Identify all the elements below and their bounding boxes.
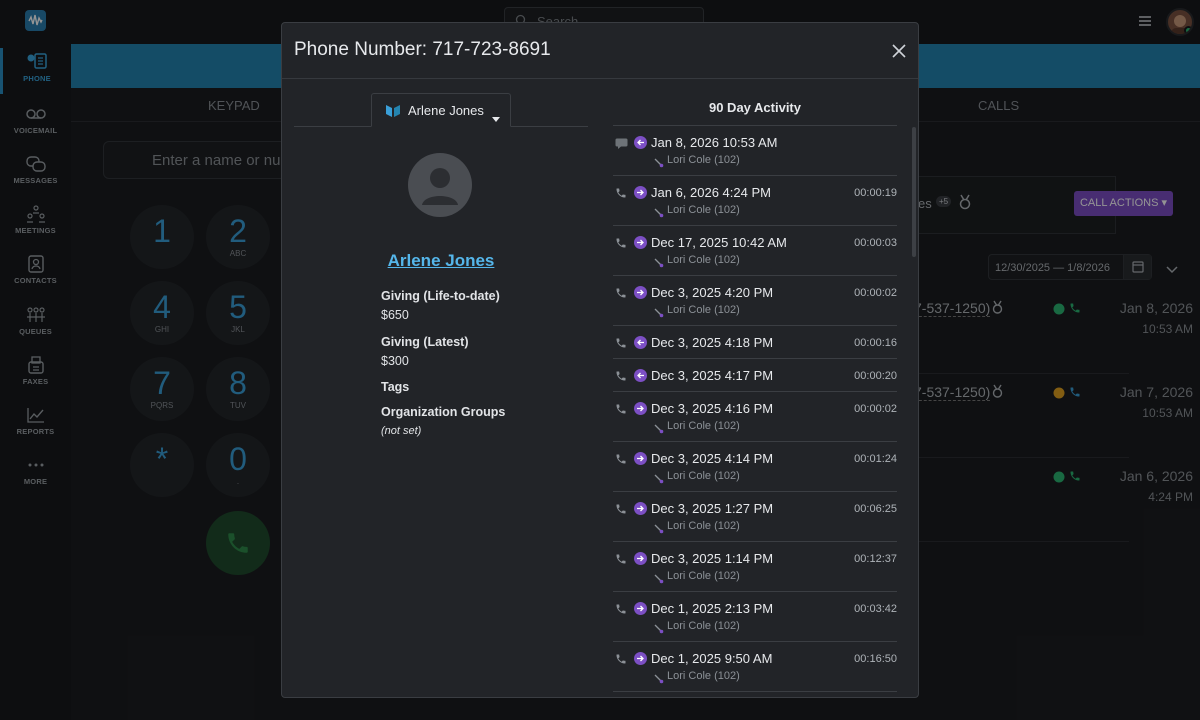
- activity-row[interactable]: Dec 3, 2025 4:18 PM 00:00:16: [613, 326, 897, 359]
- activity-agent: Lori Cole (102): [667, 204, 740, 216]
- activity-date: Dec 3, 2025 1:14 PM: [651, 551, 774, 566]
- activity-agent: Lori Cole (102): [667, 304, 740, 316]
- activity-date: Dec 1, 2025 2:13 PM: [651, 601, 774, 616]
- close-icon[interactable]: [890, 42, 908, 60]
- activity-agent: Lori Cole (102): [667, 154, 740, 166]
- extension-icon: [653, 671, 664, 689]
- outbound-arrow-icon: [634, 452, 647, 465]
- extension-icon: [653, 621, 664, 639]
- giving-latest-value: $300: [381, 354, 409, 368]
- activity-row[interactable]: Dec 3, 2025 4:16 PM 00:00:02 Lori Cole (10…: [613, 392, 897, 442]
- giving-latest-label: Giving (Latest): [381, 335, 469, 349]
- giving-lifetime-value: $650: [381, 308, 409, 322]
- phone-icon: [615, 236, 627, 254]
- phone-icon: [615, 186, 627, 204]
- contact-tab-name: Arlene Jones: [408, 103, 484, 118]
- activity-agent: Lori Cole (102): [667, 620, 740, 632]
- crm-logo-icon: [385, 103, 401, 124]
- phone-icon: [615, 286, 627, 304]
- activity-title: 90 Day Activity: [708, 100, 801, 115]
- activity-date: Dec 3, 2025 4:20 PM: [651, 285, 774, 300]
- phone-icon: [615, 402, 627, 420]
- modal-header: Phone Number: 717-723-8691: [282, 23, 918, 79]
- activity-scrollbar[interactable]: [912, 127, 916, 257]
- activity-duration: 00:12:37: [854, 553, 897, 565]
- inbound-arrow-icon: [634, 336, 647, 349]
- outbound-arrow-icon: [634, 402, 647, 415]
- activity-date: Dec 3, 2025 1:27 PM: [651, 501, 774, 516]
- phone-icon: [615, 369, 627, 387]
- activity-row[interactable]: Dec 17, 2025 10:42 AM 00:00:03 Lori Cole (…: [613, 226, 897, 276]
- activity-duration: 00:00:16: [854, 337, 897, 349]
- activity-list[interactable]: Jan 8, 2026 10:53 AM Lori Cole (102) Jan 6…: [613, 125, 897, 697]
- activity-duration: 00:00:03: [854, 237, 897, 249]
- contact-selector-tab[interactable]: Arlene Jones: [371, 93, 511, 127]
- activity-row[interactable]: Dec 3, 2025 1:14 PM 00:12:37 Lori Cole (10…: [613, 542, 897, 592]
- activity-date: Jan 6, 2026 4:24 PM: [651, 185, 771, 200]
- activity-row[interactable]: Jan 8, 2026 10:53 AM Lori Cole (102): [613, 126, 897, 176]
- activity-duration: 00:06:25: [854, 503, 897, 515]
- extension-icon: [653, 571, 664, 589]
- caret-down-icon: [492, 109, 500, 127]
- giving-lifetime-label: Giving (Life-to-date): [381, 289, 500, 303]
- activity-agent: Lori Cole (102): [667, 470, 740, 482]
- inbound-arrow-icon: [634, 369, 647, 382]
- outbound-arrow-icon: [634, 602, 647, 615]
- activity-date: Dec 3, 2025 4:14 PM: [651, 451, 774, 466]
- activity-date: Jan 8, 2026 10:53 AM: [651, 135, 778, 150]
- activity-row[interactable]: Dec 1, 2025 9:50 AM 00:16:50 Lori Cole (10…: [613, 642, 897, 692]
- extension-icon: [653, 421, 664, 439]
- activity-duration: 00:16:50: [854, 653, 897, 665]
- extension-icon: [653, 471, 664, 489]
- extension-icon: [653, 205, 664, 223]
- message-icon: [615, 136, 628, 154]
- activity-date: Dec 3, 2025 4:16 PM: [651, 401, 774, 416]
- activity-row[interactable]: Dec 3, 2025 1:27 PM 00:06:25 Lori Cole (10…: [613, 492, 897, 542]
- extension-icon: [653, 305, 664, 323]
- contact-avatar: [408, 153, 472, 217]
- inbound-arrow-icon: [634, 136, 647, 149]
- activity-duration: 00:00:02: [854, 403, 897, 415]
- outbound-arrow-icon: [634, 552, 647, 565]
- activity-row[interactable]: Dec 3, 2025 4:17 PM 00:00:20: [613, 359, 897, 392]
- outbound-arrow-icon: [634, 502, 647, 515]
- phone-icon: [615, 502, 627, 520]
- outbound-arrow-icon: [634, 236, 647, 249]
- outbound-arrow-icon: [634, 186, 647, 199]
- activity-date: Dec 17, 2025 10:42 AM: [651, 235, 787, 250]
- outbound-arrow-icon: [634, 652, 647, 665]
- tags-label: Tags: [381, 380, 410, 394]
- contact-name-link[interactable]: Arlene Jones: [294, 251, 588, 271]
- activity-agent: Lori Cole (102): [667, 670, 740, 682]
- activity-duration: 00:00:19: [854, 187, 897, 199]
- activity-duration: 00:03:42: [854, 603, 897, 615]
- phone-icon: [615, 452, 627, 470]
- activity-agent: Lori Cole (102): [667, 254, 740, 266]
- phone-icon: [615, 652, 627, 670]
- organization-groups-value: (not set): [381, 425, 422, 437]
- extension-icon: [653, 155, 664, 173]
- activity-row[interactable]: Dec 3, 2025 4:14 PM 00:01:24 Lori Cole (10…: [613, 442, 897, 492]
- activity-duration: 00:01:24: [854, 453, 897, 465]
- activity-row[interactable]: Jan 6, 2026 4:24 PM 00:00:19 Lori Cole (10…: [613, 176, 897, 226]
- activity-row[interactable]: Dec 3, 2025 4:20 PM 00:00:02 Lori Cole (10…: [613, 276, 897, 326]
- extension-icon: [653, 521, 664, 539]
- extension-icon: [653, 255, 664, 273]
- activity-duration: 00:00:20: [854, 370, 897, 382]
- activity-agent: Lori Cole (102): [667, 520, 740, 532]
- phone-icon: [615, 552, 627, 570]
- phone-number-modal: Phone Number: 717-723-8691 Arlene Jones …: [281, 22, 919, 698]
- modal-title: Phone Number: 717-723-8691: [294, 39, 551, 60]
- activity-agent: Lori Cole (102): [667, 420, 740, 432]
- activity-date: Dec 3, 2025 4:17 PM: [651, 368, 774, 383]
- outbound-arrow-icon: [634, 286, 647, 299]
- activity-date: Dec 1, 2025 9:50 AM: [651, 651, 773, 666]
- organization-groups-label: Organization Groups: [381, 405, 506, 419]
- phone-icon: [615, 336, 627, 354]
- activity-row[interactable]: Dec 1, 2025 2:13 PM 00:03:42 Lori Cole (10…: [613, 592, 897, 642]
- activity-duration: 00:00:02: [854, 287, 897, 299]
- activity-date: Dec 3, 2025 4:18 PM: [651, 335, 774, 350]
- phone-icon: [615, 602, 627, 620]
- activity-agent: Lori Cole (102): [667, 570, 740, 582]
